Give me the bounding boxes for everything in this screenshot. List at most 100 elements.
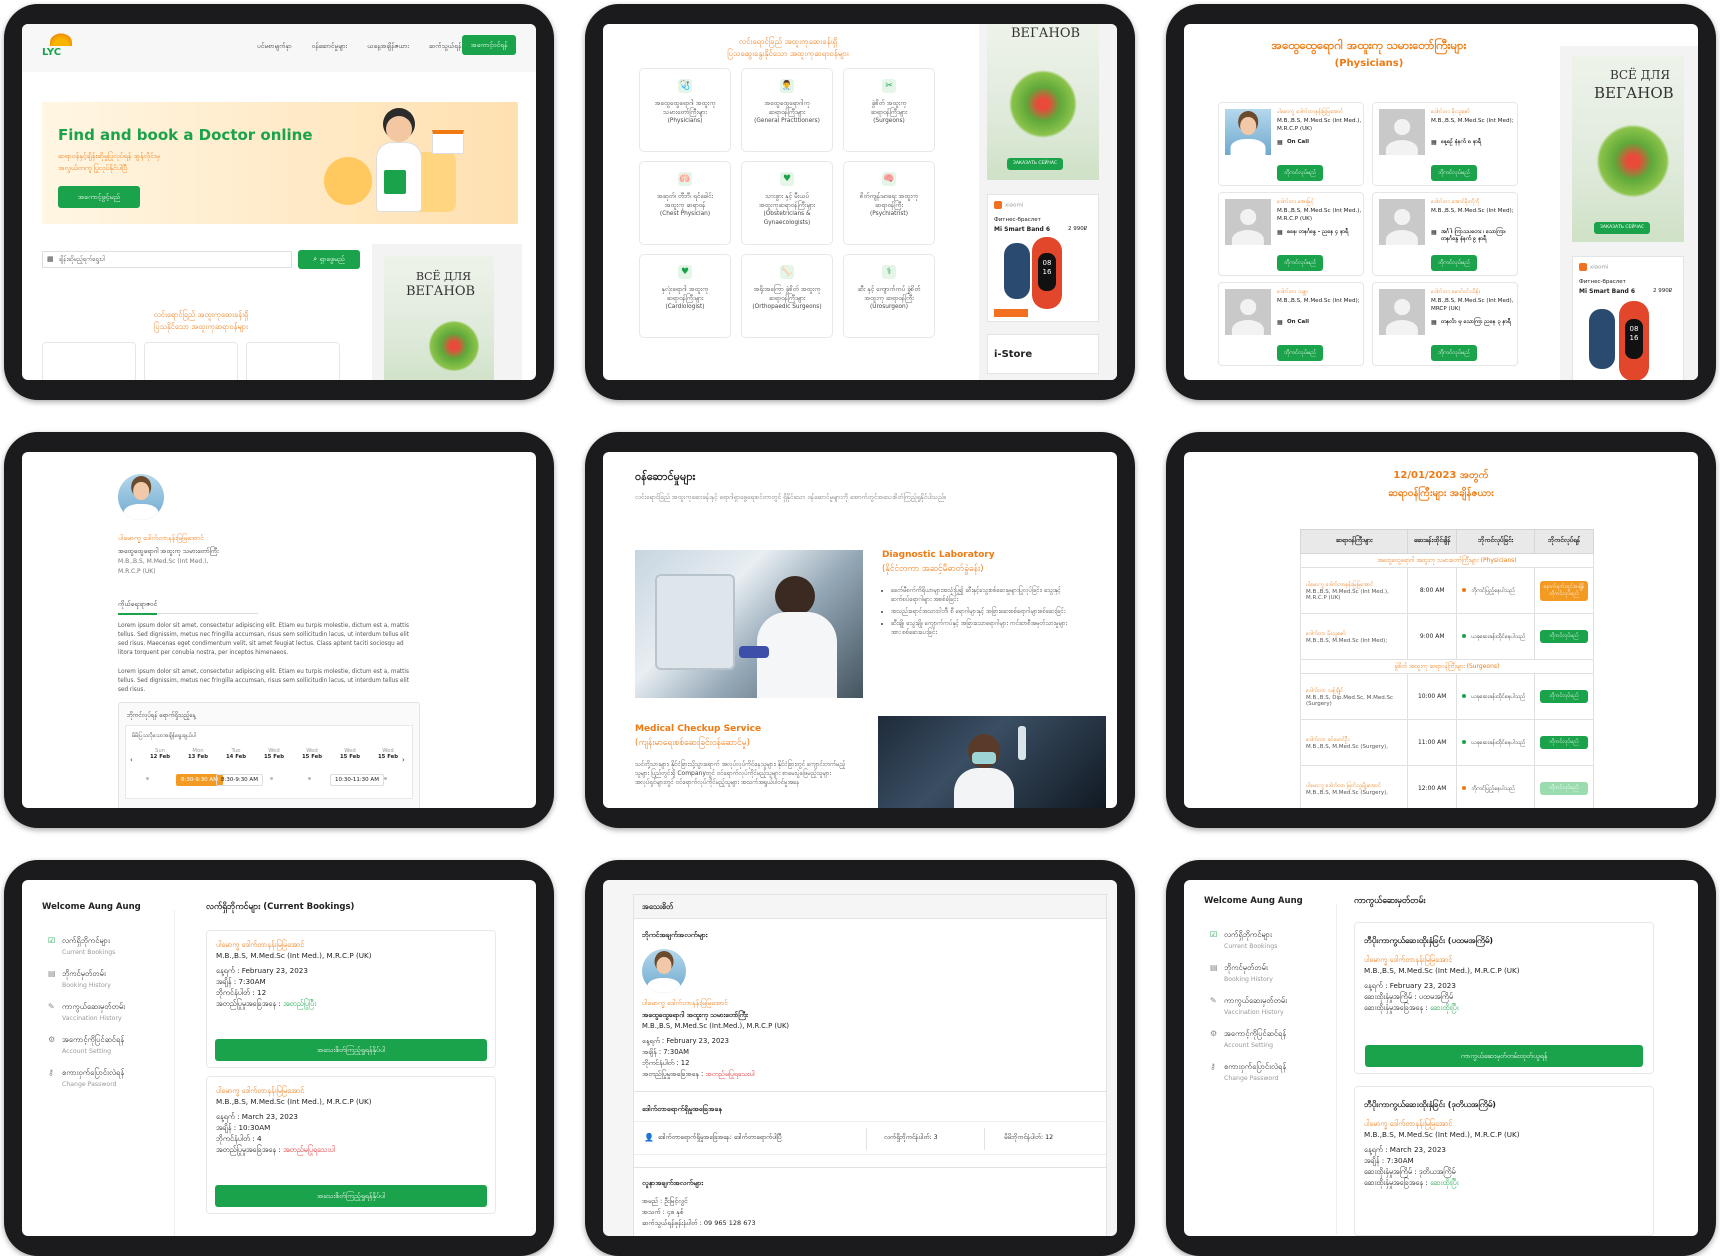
specialty-card[interactable]: ♥ သားဖွား နှင့် မီးယပ် အထူးကုဆရာဝန်ကြီးမျာ…: [741, 161, 833, 245]
book-button[interactable]: ဘိုကင်လုပ်မည်: [1540, 736, 1588, 749]
specialty-line-2: ဆရာဝန်ကြီးများ: [870, 109, 908, 116]
nav-services[interactable]: ဝန်ဆောင်မှုများ: [312, 42, 348, 52]
time-slot[interactable]: 8:30-9:30 AM: [216, 774, 263, 786]
day-column[interactable]: Wed 15 Feb: [370, 748, 406, 760]
book-button[interactable]: ဘိုကင်လုပ်မည်: [1540, 782, 1588, 795]
doctor-card[interactable]: ပါမောက္ခ ဒေါက်တာနန်းမြမြအောင် M.B.,B.S, M…: [1218, 102, 1364, 186]
group-label: ခွဲစိတ် အထူးကု ဆရာဝန်ကြီးများ (Surgeons): [1300, 659, 1594, 674]
services-title: ဝန်ဆောင်မှုများ: [635, 470, 696, 483]
book-button[interactable]: ဘိုကင်လုပ်မည်: [1540, 630, 1588, 643]
doctor-name: ဒေါက်တာ သန္တာ: [1277, 289, 1309, 295]
day-column[interactable]: Sun 12 Feb: [142, 748, 178, 760]
view-detail-button[interactable]: အသေးစိတ်ကြည့်ရှုရန်နှိပ်ပါ: [215, 1185, 487, 1207]
band-cta[interactable]: [994, 309, 1028, 317]
book-button[interactable]: နောက်ရက်တွင်အချိန် ဘိုကင်လုပ်မည်: [1540, 580, 1588, 601]
specialty-line-2: အထူးကု ဆရာဝန်ကြီး: [864, 295, 914, 302]
doctor-card[interactable]: ဒေါက်တာ အောင်မိုးကိုကို M.B.,B.S, M.Med.S…: [1372, 192, 1518, 276]
sidebar-item-booking-history[interactable]: ▤ ဘိုကင်မှတ်တမ်း Booking History: [48, 969, 158, 989]
sidebar-item-vaccination-history[interactable]: ✎ ကာကွယ်ဆေးမှတ်တမ်း Vaccination History: [1210, 996, 1320, 1016]
specialty-card[interactable]: 👨‍⚕️ အထွေထွေရောဂါကု ဆရာဝန်ကြီးများ (General…: [741, 68, 833, 152]
booking-panel-head: ဘိုကင်လုပ်ရန် ရောက်ရှိသည့်နေ့: [127, 712, 196, 719]
vegan-ad-title-1: ВСЁ ДЛЯ: [416, 270, 472, 283]
fitness-band-ad[interactable]: xiaomi Фитнес-браслет Mi Smart Band 6 2 …: [1572, 256, 1684, 380]
fitness-band-ad[interactable]: xiaomi Фитнес-браслет Mi Smart Band 6 2 …: [987, 194, 1099, 322]
booking-number: ဘိုကင်နံပါတ် : 12: [216, 988, 267, 997]
login-button[interactable]: အကောင့်ဝင်ရန်: [462, 35, 516, 55]
sidebar-item-current-bookings[interactable]: ☑ လက်ရှိဘိုကင်များ Current Bookings: [48, 936, 158, 956]
register-button[interactable]: အကောင့်ဖွင့်မည်: [58, 186, 140, 208]
checkup-photo: [878, 716, 1106, 808]
status-dot: [1462, 693, 1467, 698]
empty-slot-dot: [384, 777, 387, 780]
sidebar-item-change-password[interactable]: ⚷ စကားဝှက်ပြောင်းလဲရန် Change Password: [48, 1068, 158, 1088]
book-button[interactable]: ဘိုကင်လုပ်မည်: [1277, 345, 1323, 361]
patient-divider: [634, 1167, 1106, 1168]
nav-home[interactable]: ပင်မစာမျက်နှာ: [257, 42, 292, 52]
time-slot[interactable]: 10:30-11:30 AM: [330, 774, 384, 786]
specialty-icon: 👨‍⚕️: [780, 79, 794, 93]
account-setting-icon: ⚙: [48, 1035, 56, 1044]
specialty-card[interactable]: ♥ နှလုံးရောဂါ အထူးကု ဆရာဝန်ကြီးများ (Cardio…: [639, 254, 731, 338]
doctor-degree: M.B.,B.S, M.Med.Sc (Surgery),: [1306, 789, 1388, 796]
istore-ad[interactable]: i-Store: [987, 334, 1099, 374]
specialty-card[interactable]: ✂ ခွဲစိတ် အထူးကု ဆရာဝန်ကြီးများ (Surgeons): [843, 68, 935, 152]
prev-day-chevron-icon[interactable]: ‹: [130, 756, 133, 764]
day-column[interactable]: Tue 14 Feb: [218, 748, 254, 760]
nav-schedule[interactable]: ယနေ့အချိန်ဇယား: [367, 42, 409, 52]
doctor-card[interactable]: ဒေါက်တာ အေးမြင့် M.B.,B.S, M.Med.Sc (Int …: [1218, 192, 1364, 276]
sidebar-item-account-setting[interactable]: ⚙ အကောင့်ကိုပြင်ဆင်ရန် Account Setting: [1210, 1029, 1320, 1049]
vegan-ad[interactable]: ВСЁ ДЛЯ ВЕГАНОВ: [384, 256, 494, 380]
specialty-card[interactable]: 🦴 အရိုးအကြော ခွဲစိတ် အထူးကု ဆရာဝန်ကြီးများ…: [741, 254, 833, 338]
sidebar-item-booking-history[interactable]: ▤ ဘိုကင်မှတ်တမ်း Booking History: [1210, 963, 1320, 983]
search-button[interactable]: ⌕ ရှာဖွေမည်: [298, 250, 360, 269]
date-search-input[interactable]: ▦ ချိန်းဆိုမည့်ရက်ရွေးပါ: [42, 251, 292, 268]
logo[interactable]: LYC: [40, 32, 82, 62]
band-image: [1004, 243, 1030, 299]
day-column[interactable]: Mon 13 Feb: [180, 748, 216, 760]
specialty-card[interactable]: 🩺 အထွေထွေရောဂါ အထူးကု သမားတော်ကြီးများ (Phy…: [639, 68, 731, 152]
book-button[interactable]: ဘိုကင်လုပ်မည်: [1277, 255, 1323, 271]
vegan-order-button[interactable]: ЗАКАЗАТЬ СЕЙЧАС: [1007, 158, 1063, 170]
specialty-card[interactable]: ⚕ ဆီး နှင့် ကျောက်ကပ် ခွဲစိတ် အထူးကု ဆရာဝန…: [843, 254, 935, 338]
patient-name: အမည် : ဦးမြင့်လွင်: [642, 1197, 688, 1205]
lab-point: ဆီးချို၊ သွေးချို၊ ကျောက်ကပ်နှင့် အခြားသ…: [891, 619, 1071, 637]
sidebar-item-change-password[interactable]: ⚷ စကားဝှက်ပြောင်းလဲရန် Change Password: [1210, 1062, 1320, 1082]
action-cell: ဘိုကင်လုပ်မည်: [1534, 719, 1594, 766]
vegan-ad[interactable]: ВЕГАНОВ ЗАКАЗАТЬ СЕЙЧАС: [987, 24, 1099, 180]
sidebar-item-account-setting[interactable]: ⚙ အကောင့်ကိုပြင်ဆင်ရန် Account Setting: [48, 1035, 158, 1055]
book-button[interactable]: ဘိုကင်လုပ်မည်: [1431, 165, 1477, 181]
book-button[interactable]: ဘိုကင်လုပ်မည်: [1540, 690, 1588, 703]
specialty-line-3: (Orthopaedic Surgeons): [752, 304, 822, 310]
specialty-card[interactable]: 🫁 အဆုတ်၊ တီဘီ၊ ရင်ခေါင်း အထူးကု ဆရာဝန် (Che…: [639, 161, 731, 245]
book-button[interactable]: ဘိုကင်လုပ်မည်: [1277, 165, 1323, 181]
day-column[interactable]: Wed 15 Feb: [256, 748, 292, 760]
status-text: ယခုဆေးခန်းထိုင်နေပါသည်: [1471, 633, 1526, 640]
sidebar-item-label: ဘိုကင်မှတ်တမ်း: [1224, 963, 1268, 972]
specialty-card-preview[interactable]: [246, 342, 340, 380]
sidebar-item-sublabel: Booking History: [1224, 976, 1273, 983]
book-button[interactable]: ဘိုကင်လုပ်မည်: [1431, 255, 1477, 271]
export-vaccine-button[interactable]: ကာကွယ်ဆေးမှတ်တမ်းထုတ်ယူရန်: [1365, 1045, 1643, 1067]
nav-contact[interactable]: ဆက်သွယ်ရန်: [429, 42, 461, 52]
view-detail-button[interactable]: အသေးစိတ်ကြည့်ရှုရန်နှိပ်ပါ: [215, 1039, 487, 1061]
specialty-card-preview[interactable]: [144, 342, 238, 380]
group-row: ခွဲစိတ် အထူးကု ဆရာဝန်ကြီးများ (Surgeons): [1300, 659, 1594, 674]
sidebar-item-vaccination-history[interactable]: ✎ ကာကွယ်ဆေးမှတ်တမ်း Vaccination History: [48, 1002, 158, 1022]
doctor-card[interactable]: ဒေါက်တာ မိုးသူဇော် M.B.,B.S, M.Med.Sc (In…: [1372, 102, 1518, 186]
band-sub: Фитнес-браслет: [1579, 279, 1626, 285]
doctor-card[interactable]: ဒေါက်တာ မောင်ဝင်းသိန်း M.B.,B.S, M.Med.Sc…: [1372, 282, 1518, 366]
day-date: 15 Feb: [377, 754, 398, 760]
lab-subtitle-text: (နိုင်ငံတကာ အဆင့်မီဓာတ်ခွဲခန်း): [882, 564, 984, 574]
vegan-ad[interactable]: ВСЁ ДЛЯ ВЕГАНОВ ЗАКАЗАТЬ СЕЙЧАС: [1572, 56, 1684, 242]
day-column[interactable]: Wed 15 Feb: [294, 748, 330, 760]
sidebar-item-current-bookings[interactable]: ☑ လက်ရှိဘိုကင်များ Current Bookings: [1210, 930, 1320, 950]
vegan-order-button[interactable]: ЗАКАЗАТЬ СЕЙЧАС: [1594, 222, 1650, 234]
bio-paragraph-2: Lorem ipsum dolor sit amet, consectetur …: [118, 669, 409, 693]
specialty-card-preview[interactable]: [42, 342, 136, 380]
specialty-card[interactable]: 🧠 စိတ်ကျန်းမာရေး အထူးကု ဆရာဝန်ကြီး (Psychia…: [843, 161, 935, 245]
tab-biography[interactable]: ကိုယ်ရေးရာဇဝင်: [118, 600, 258, 615]
sidebar-divider: [174, 910, 175, 1236]
day-column[interactable]: Wed 15 Feb: [332, 748, 368, 760]
doctor-card[interactable]: ဒေါက်တာ သန္တာ M.B.,B.S, M.Med.Sc (Int Med…: [1218, 282, 1364, 366]
book-button[interactable]: ဘိုကင်လုပ်မည်: [1431, 345, 1477, 361]
